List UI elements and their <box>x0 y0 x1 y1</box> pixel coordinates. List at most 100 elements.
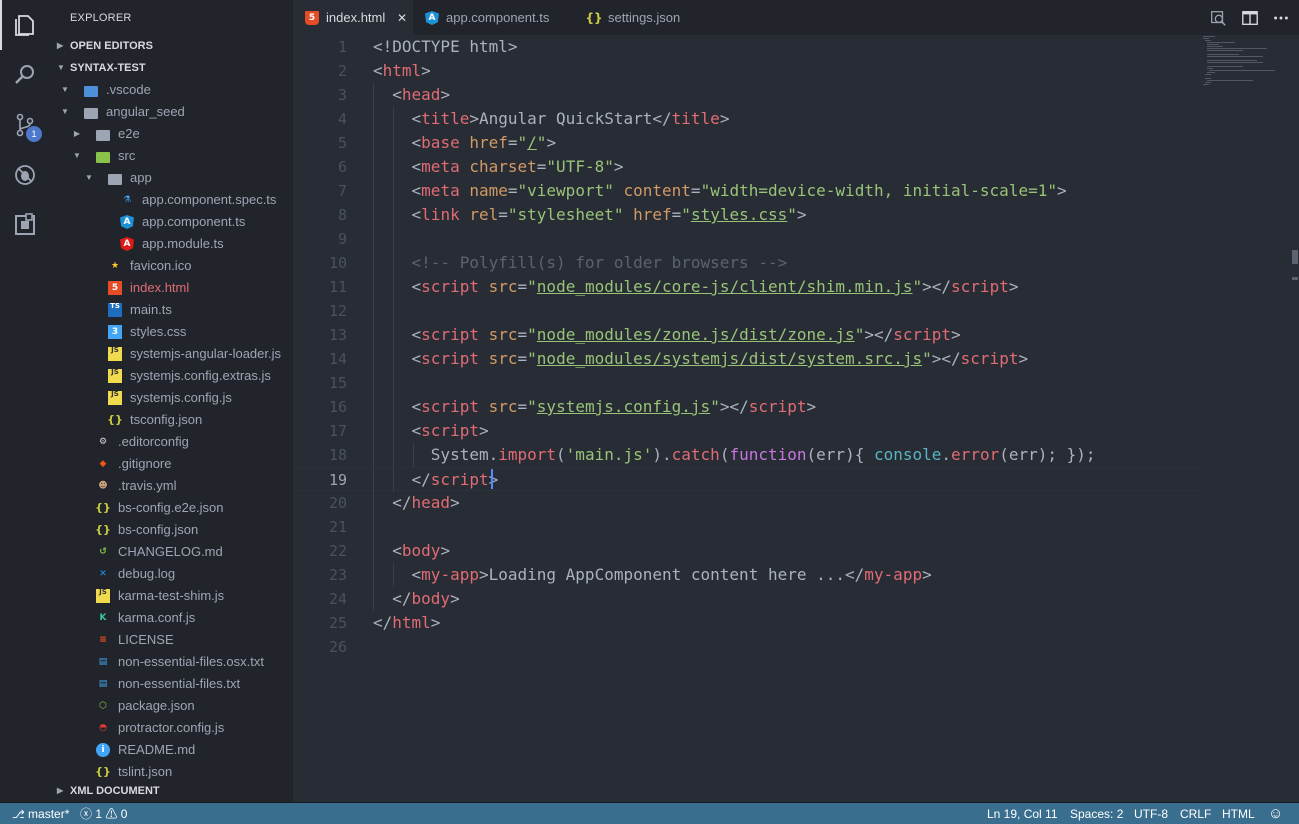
code-line[interactable]: 1 <!DOCTYPE html> <box>293 35 1203 59</box>
tree-item[interactable]: {} bs-config.e2e.json <box>50 497 293 519</box>
tree-item[interactable]: ☻ .travis.yml <box>50 475 293 497</box>
search-activity-button[interactable] <box>0 50 50 100</box>
scm-badge: 1 <box>26 126 42 142</box>
open-editors-section[interactable]: ▶ OPEN EDITORS <box>50 35 293 57</box>
scrollbar-marker[interactable] <box>1292 250 1298 264</box>
tree-item[interactable]: ◓ protractor.config.js <box>50 717 293 739</box>
tree-item[interactable]: ✕ debug.log <box>50 563 293 585</box>
tree-item[interactable]: JS systemjs-angular-loader.js <box>50 343 293 365</box>
tree-item[interactable]: ↺ CHANGELOG.md <box>50 541 293 563</box>
code-text: <link rel="stylesheet" href="styles.css"… <box>411 205 807 224</box>
status-bar: ⎇ master* ⓧ 1 ⚠ 0 Ln 19, Col 11 Spaces: … <box>0 802 1299 824</box>
tree-item[interactable]: ▶ e2e <box>50 123 293 145</box>
eol-status[interactable]: CRLF <box>1180 803 1211 824</box>
code-line[interactable]: 3 <head> <box>293 83 1203 107</box>
code-line[interactable]: 9 <box>293 227 1203 251</box>
code-line[interactable]: 25 </html> <box>293 611 1203 635</box>
code-line[interactable]: 4 <title>Angular QuickStart</title> <box>293 107 1203 131</box>
code-line[interactable]: 17 <script> <box>293 419 1203 443</box>
code-line[interactable]: 21 <box>293 515 1203 539</box>
workspace-section[interactable]: ▼ SYNTAX-TEST <box>50 57 293 79</box>
extensions-activity-button[interactable] <box>0 200 50 250</box>
indent-guide <box>393 227 394 251</box>
tree-item[interactable]: JS karma-test-shim.js <box>50 585 293 607</box>
tree-item[interactable]: ⚙ .editorconfig <box>50 431 293 453</box>
tree-item[interactable]: ▼ angular_seed <box>50 101 293 123</box>
tree-item[interactable]: ⬡ package.json <box>50 695 293 717</box>
tree-item-label: systemjs-angular-loader.js <box>130 346 282 361</box>
code-line[interactable]: 23 <my-app>Loading AppComponent content … <box>293 563 1203 587</box>
line-number: 11 <box>328 278 347 296</box>
tree-item[interactable]: 3 styles.css <box>50 321 293 343</box>
tab-settings-json[interactable]: {} settings.json <box>575 0 720 35</box>
tree-item[interactable]: {} tsconfig.json <box>50 409 293 431</box>
more-actions-button[interactable] <box>1271 8 1291 28</box>
code-line[interactable]: 5 <base href="/"> <box>293 131 1203 155</box>
tree-item[interactable]: JS systemjs.config.js <box>50 387 293 409</box>
tree-item[interactable]: ▼ app <box>50 167 293 189</box>
tree-item[interactable]: i README.md <box>50 739 293 761</box>
git-icon: ◆ <box>99 459 107 469</box>
code-line[interactable]: 18 System.import('main.js').catch(functi… <box>293 443 1203 467</box>
scrollbar-marker[interactable] <box>1292 277 1298 280</box>
tree-item[interactable]: ▤ non-essential-files.txt <box>50 673 293 695</box>
open-preview-button[interactable] <box>1208 8 1228 28</box>
cursor-position[interactable]: Ln 19, Col 11 <box>987 803 1058 824</box>
code-line[interactable]: 10 <!-- Polyfill(s) for older browsers -… <box>293 251 1203 275</box>
debug-activity-button[interactable] <box>0 150 50 200</box>
tree-item[interactable]: TS main.ts <box>50 299 293 321</box>
tree-item-label: systemjs.config.js <box>130 390 232 405</box>
code-line[interactable]: 20 </head> <box>293 491 1203 515</box>
language-mode[interactable]: HTML <box>1222 803 1255 824</box>
code-line[interactable]: 14 <script src="node_modules/systemjs/di… <box>293 347 1203 371</box>
tree-item[interactable]: ⚗ app.component.spec.ts <box>50 189 293 211</box>
chevron-down-icon: ▼ <box>57 63 65 72</box>
code-line[interactable]: 24 </body> <box>293 587 1203 611</box>
code-line[interactable]: 6 <meta charset="UTF-8"> <box>293 155 1203 179</box>
tree-item[interactable]: Aapp.component.ts <box>50 211 293 233</box>
feedback-smiley-icon[interactable]: ☺ <box>1268 803 1283 824</box>
source-control-activity-button[interactable]: 1 <box>0 100 50 150</box>
code-text: <!DOCTYPE html> <box>373 37 518 56</box>
problems-status[interactable]: ⓧ 1 ⚠ 0 <box>80 803 127 824</box>
code-line[interactable]: 19 </script> <box>293 467 1203 492</box>
code-line[interactable]: 2 <html> <box>293 59 1203 83</box>
minimap[interactable] <box>1203 35 1283 95</box>
code-line[interactable]: 7 <meta name="viewport" content="width=d… <box>293 179 1203 203</box>
code-editor[interactable]: 1 <!DOCTYPE html> 2 <html> 3 <head> 4 <title>… <box>293 35 1299 802</box>
close-icon[interactable]: ✕ <box>397 0 407 36</box>
folder-app-icon <box>108 171 122 185</box>
explorer-activity-button[interactable] <box>0 0 50 50</box>
tree-item[interactable]: ◆ .gitignore <box>50 453 293 475</box>
code-line[interactable]: 16 <script src="systemjs.config.js"></sc… <box>293 395 1203 419</box>
tab-app-component-ts[interactable]: A app.component.ts <box>413 0 575 35</box>
tree-item[interactable]: ▤ non-essential-files.osx.txt <box>50 651 293 673</box>
tree-item[interactable]: Kkarma.conf.js <box>50 607 293 629</box>
tree-item[interactable]: {} bs-config.json <box>50 519 293 541</box>
tree-item[interactable]: ▼ src <box>50 145 293 167</box>
line-number: 16 <box>328 398 347 416</box>
code-line[interactable]: 26 <box>293 635 1203 659</box>
code-line[interactable]: 11 <script src="node_modules/core-js/cli… <box>293 275 1203 299</box>
line-number: 20 <box>328 494 347 512</box>
tree-item[interactable]: 5 index.html <box>50 277 293 299</box>
code-line[interactable]: 22 <body> <box>293 539 1203 563</box>
indentation-status[interactable]: Spaces: 2 <box>1070 803 1123 824</box>
travis-icon: ☻ <box>98 481 108 491</box>
tree-item[interactable]: ▼ .vscode <box>50 79 293 101</box>
flask-icon: ⚗ <box>122 195 132 205</box>
tab-index-html[interactable]: 5 index.html ✕ <box>293 0 413 35</box>
tree-item[interactable]: Aapp.module.ts <box>50 233 293 255</box>
split-editor-button[interactable] <box>1240 8 1260 28</box>
code-line[interactable]: 15 <box>293 371 1203 395</box>
code-line[interactable]: 12 <box>293 299 1203 323</box>
encoding-status[interactable]: UTF-8 <box>1134 803 1168 824</box>
tree-item[interactable]: ★ favicon.ico <box>50 255 293 277</box>
branch-status[interactable]: ⎇ master* <box>12 803 69 824</box>
xml-document-section[interactable]: ▶ XML DOCUMENT <box>50 780 293 802</box>
tree-item[interactable]: ≡ LICENSE <box>50 629 293 651</box>
tree-item-label: README.md <box>118 742 196 757</box>
code-line[interactable]: 13 <script src="node_modules/zone.js/dis… <box>293 323 1203 347</box>
tree-item[interactable]: JS systemjs.config.extras.js <box>50 365 293 387</box>
code-line[interactable]: 8 <link rel="stylesheet" href="styles.cs… <box>293 203 1203 227</box>
